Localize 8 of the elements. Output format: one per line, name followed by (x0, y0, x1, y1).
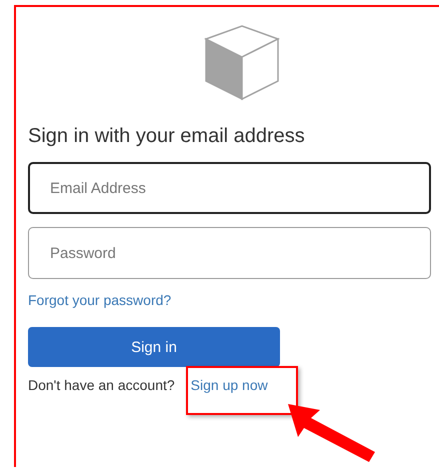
form-heading: Sign in with your email address (28, 125, 306, 148)
forgot-password-link[interactable]: Forgot your password? (28, 292, 431, 308)
sign-in-button[interactable]: Sign in (28, 327, 280, 367)
email-field[interactable]: Email Address (28, 162, 431, 214)
password-field[interactable]: Password (28, 227, 431, 279)
sign-up-link[interactable]: Sign up now (190, 377, 268, 393)
signup-prompt: Don't have an account? (28, 377, 175, 393)
cube-icon (204, 25, 280, 101)
